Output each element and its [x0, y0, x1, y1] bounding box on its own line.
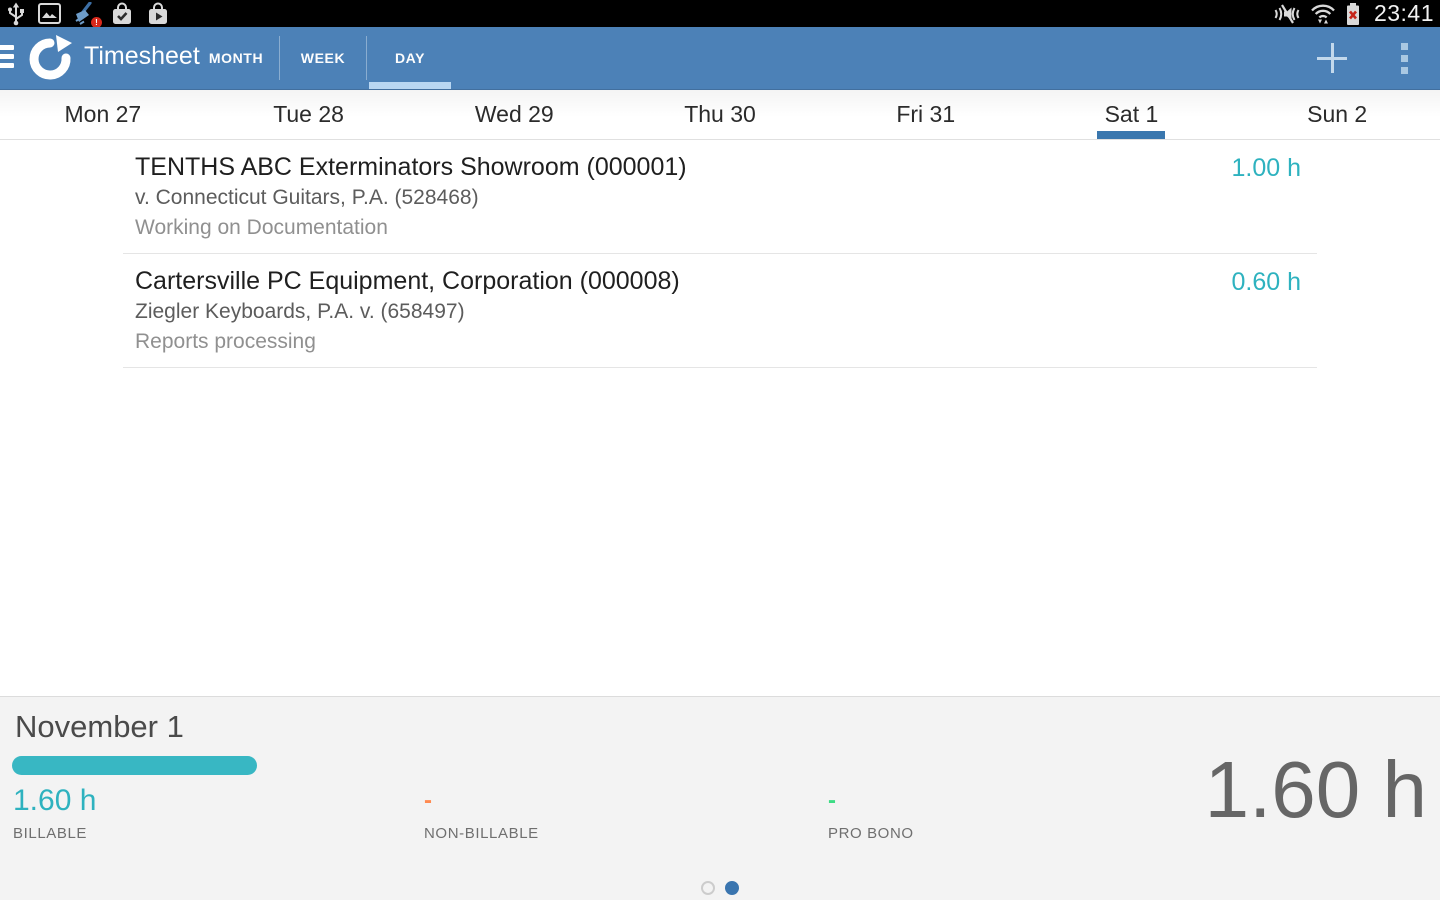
add-entry-button[interactable] [1296, 27, 1368, 89]
total-hours: 1.60 h [1204, 745, 1427, 834]
day-mon-27[interactable]: Mon 27 [0, 90, 206, 139]
stat-value: 1.60 h [13, 784, 97, 817]
page-dot-active[interactable] [725, 881, 739, 895]
task-check-icon [110, 2, 134, 26]
day-label: Thu 30 [684, 101, 756, 127]
active-tab-indicator [369, 82, 451, 89]
entry-description: Reports processing [135, 330, 316, 353]
tab-day-label: DAY [394, 50, 426, 66]
entry-title: TENTHS ABC Exterminators Showroom (00000… [135, 153, 687, 181]
stat-non-billable: - NON-BILLABLE [424, 785, 539, 842]
tab-month[interactable]: MONTH [193, 27, 279, 89]
timesheet-entry[interactable]: Cartersville PC Equipment, Corporation (… [123, 254, 1317, 368]
entry-text: Cartersville PC Equipment, Corporation (… [135, 266, 1231, 356]
battery-unknown-icon [1345, 2, 1361, 26]
day-sun-2[interactable]: Sun 2 [1234, 90, 1440, 139]
entry-hours: 0.60 h [1231, 268, 1301, 296]
overflow-menu-button[interactable] [1368, 27, 1440, 89]
day-wed-29[interactable]: Wed 29 [411, 90, 617, 139]
entry-text: TENTHS ABC Exterminators Showroom (00000… [135, 152, 1231, 242]
view-tabs: MONTH WEEK DAY [193, 27, 453, 89]
app-logo-icon [26, 34, 74, 87]
status-bar: ! 23:41 [0, 0, 1440, 28]
day-label: Fri 31 [896, 101, 956, 127]
day-summary-panel: November 1 1.60 h BILLABLE - NON-BILLABL… [0, 696, 1440, 900]
day-strip: Mon 27 Tue 28 Wed 29 Thu 30 Fri 31 Sat 1… [0, 90, 1440, 140]
entry-subtitle: Ziegler Keyboards, P.A. v. (658497) [135, 300, 465, 323]
status-bar-notifications: ! [6, 2, 170, 28]
plus-icon [1317, 43, 1347, 73]
usb-icon [6, 2, 26, 26]
progress-fill [12, 756, 257, 775]
entry-description: Working on Documentation [135, 216, 388, 239]
screen: ! 23:41 Timesheet MONTH WEEK DAY Mon 27 … [0, 0, 1440, 900]
entry-subtitle: v. Connecticut Guitars, P.A. (528468) [135, 186, 479, 209]
tab-day[interactable]: DAY [367, 27, 453, 89]
timesheet-entry[interactable]: TENTHS ABC Exterminators Showroom (00000… [123, 140, 1317, 254]
day-label: Tue 28 [273, 101, 344, 127]
page-dot[interactable] [701, 881, 715, 895]
entry-hours: 1.00 h [1231, 154, 1301, 182]
stat-value: - [424, 787, 432, 814]
stat-pro-bono: - PRO BONO [828, 785, 914, 842]
day-fri-31[interactable]: Fri 31 [823, 90, 1029, 139]
menu-icon[interactable] [0, 45, 14, 68]
vibrate-muted-icon [1273, 3, 1301, 25]
day-sat-1[interactable]: Sat 1 [1029, 90, 1235, 139]
page-title: Timesheet [84, 42, 200, 70]
overflow-dots-icon [1400, 42, 1408, 74]
play-store-icon [146, 2, 170, 26]
day-label: Wed 29 [474, 101, 554, 127]
tab-week[interactable]: WEEK [280, 27, 366, 89]
summary-date: November 1 [15, 709, 184, 744]
wifi-icon [1310, 2, 1336, 26]
day-thu-30[interactable]: Thu 30 [617, 90, 823, 139]
day-tue-28[interactable]: Tue 28 [206, 90, 412, 139]
stat-billable: 1.60 h BILLABLE [13, 784, 97, 843]
stat-label: BILLABLE [13, 825, 88, 842]
status-bar-system: 23:41 [1273, 0, 1434, 27]
stat-label: PRO BONO [828, 825, 914, 842]
stat-label: NON-BILLABLE [424, 825, 539, 842]
day-label: Mon 27 [64, 101, 142, 127]
day-label: Sat 1 [1104, 101, 1159, 127]
entry-title: Cartersville PC Equipment, Corporation (… [135, 267, 680, 295]
day-label: Sun 2 [1307, 101, 1368, 127]
app-bar: Timesheet MONTH WEEK DAY [0, 27, 1440, 90]
clock: 23:41 [1373, 0, 1434, 26]
page-indicator [701, 881, 739, 895]
stat-value: - [828, 787, 836, 814]
app-bar-actions [1296, 27, 1440, 89]
clean-notification-icon: ! [73, 2, 102, 28]
screenshot-icon [38, 3, 61, 24]
active-day-indicator [1097, 131, 1166, 139]
entry-list: TENTHS ABC Exterminators Showroom (00000… [0, 140, 1440, 696]
